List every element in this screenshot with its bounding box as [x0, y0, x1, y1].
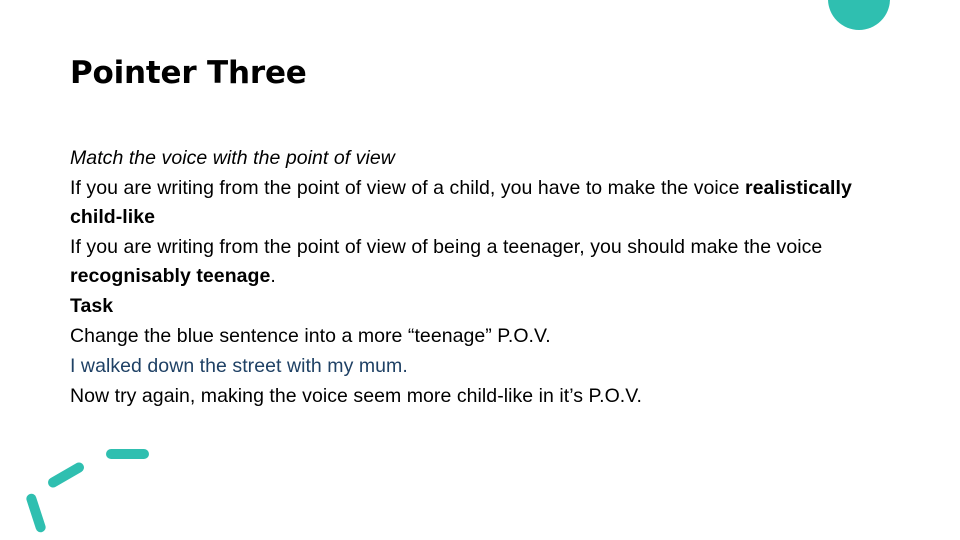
paragraph-blue-sentence: I walked down the street with my mum.: [70, 355, 408, 377]
teal-dash-steep-decoration: [25, 492, 47, 534]
paragraph-task-followup: Now try again, making the voice seem mor…: [70, 385, 642, 407]
paragraph-teenager-pov-emphasis: recognisably teenage: [70, 265, 271, 287]
teal-semicircle-decoration: [828, 0, 890, 30]
teal-dash-horizontal-decoration: [106, 449, 149, 459]
paragraph-heading-match-voice: Match the voice with the point of view: [70, 147, 395, 169]
slide: Pointer Three Match the voice with the p…: [0, 0, 960, 540]
slide-title: Pointer Three: [70, 55, 307, 91]
paragraph-teenager-pov-suffix: .: [270, 265, 276, 287]
paragraph-child-pov: If you are writing from the point of vie…: [70, 174, 870, 232]
paragraph-child-pov-prefix: If you are writing from the point of vie…: [70, 177, 745, 199]
paragraph-teenager-pov: If you are writing from the point of vie…: [70, 233, 870, 291]
slide-body: Match the voice with the point of view I…: [70, 144, 870, 411]
paragraph-task-instruction: Change the blue sentence into a more “te…: [70, 325, 551, 347]
teal-dash-diagonal-decoration: [46, 460, 86, 490]
paragraph-task-label: Task: [70, 295, 114, 317]
paragraph-teenager-pov-prefix: If you are writing from the point of vie…: [70, 236, 823, 258]
